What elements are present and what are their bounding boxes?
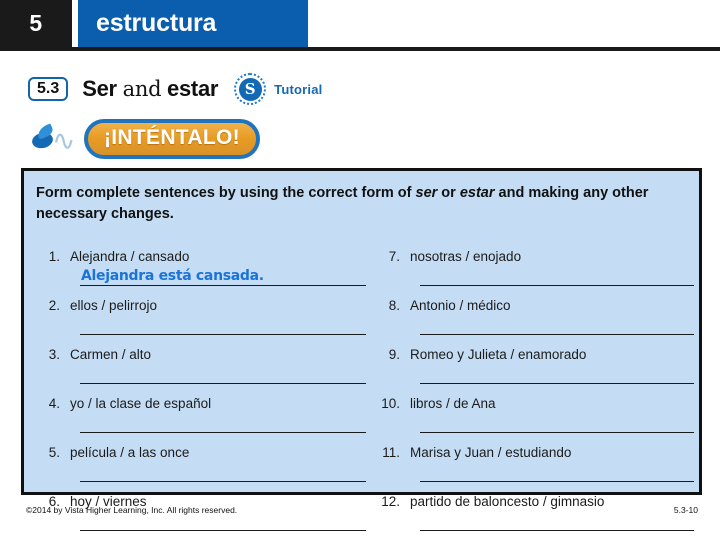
lesson-number: 5.3 xyxy=(37,79,60,97)
exercise-item: 7. nosotras / enojado xyxy=(376,247,694,286)
copyright-notice: ©2014 by Vista Higher Learning, Inc. All… xyxy=(26,505,238,515)
chapter-number: 5 xyxy=(29,10,43,36)
exercise-item-row: 4. yo / la clase de español xyxy=(36,394,366,413)
answer-blank[interactable] xyxy=(80,315,366,335)
exercise-item-number: 5. xyxy=(48,445,60,460)
exercise-item-row: 8. Antonio / médico xyxy=(376,296,694,315)
intentalo-label: ¡INTÉNTALO! xyxy=(84,118,260,160)
exercise-item-number: 4. xyxy=(48,396,60,411)
exercise-item-row: 5. película / a las once xyxy=(36,443,366,462)
chapter-number-box: 5 xyxy=(0,0,72,47)
exercise-item-cue: Carmen / alto xyxy=(70,347,152,362)
exercise-item-cue: ellos / pelirrojo xyxy=(70,298,158,313)
exercise-item: 10. libros / de Ana xyxy=(376,394,694,433)
exercise-item-cue: libros / de Ana xyxy=(410,396,496,411)
answer-blank[interactable] xyxy=(420,364,694,384)
intentalo-banner: ∿ ¡INTÉNTALO! xyxy=(30,115,260,163)
exercise-item-cue: nosotras / enojado xyxy=(410,249,522,264)
exercise-item-cue: Marisa y Juan / estudiando xyxy=(410,445,572,460)
exercise-item-cue: película / a las once xyxy=(70,445,190,460)
exercise-item-number: 7. xyxy=(388,249,400,264)
exercise-item-number: 8. xyxy=(388,298,400,313)
exercise-item: 2. ellos / pelirrojo xyxy=(36,296,366,335)
dotted-ring-icon xyxy=(234,73,267,105)
exercise-item-row: 2. ellos / pelirrojo xyxy=(36,296,366,315)
exercise-item-row: 9. Romeo y Julieta / enamorado xyxy=(376,345,694,364)
answer-blank[interactable] xyxy=(80,413,366,433)
exercise-column-left: 1. Alejandra / cansado Alejandra está cans… xyxy=(36,247,366,541)
tutorial-link[interactable]: S Tutorial xyxy=(234,73,322,105)
answer-blank[interactable]: Alejandra está cansada. xyxy=(80,266,366,286)
exercise-item-row: 3. Carmen / alto xyxy=(36,345,366,364)
tutorial-label: Tutorial xyxy=(274,81,323,97)
tutorial-s-icon[interactable]: S xyxy=(234,73,267,105)
exercise-item-number: 1. xyxy=(48,249,60,264)
page-header: 5 estructura xyxy=(0,0,720,47)
lesson-title-part1: Ser xyxy=(82,76,117,101)
mouse-cursor-icon: ∿ xyxy=(30,119,86,159)
exercise-item-number: 2. xyxy=(48,298,60,313)
exercise-item-cue: Alejandra / cansado xyxy=(70,249,190,264)
exercise-item-number: 3. xyxy=(48,347,60,362)
section-name-box: estructura xyxy=(78,0,308,47)
exercise-item: 1. Alejandra / cansado Alejandra está cans… xyxy=(36,247,366,286)
exercise-item-row: 11. Marisa y Juan / estudiando xyxy=(376,443,694,462)
exercise-item-row: 10. libros / de Ana xyxy=(376,394,694,413)
answer-blank[interactable] xyxy=(420,413,694,433)
exercise-item: 8. Antonio / médico xyxy=(376,296,694,335)
header-divider xyxy=(0,47,720,51)
swoosh-trail-icon: ∿ xyxy=(52,124,76,157)
exercise-item: 9. Romeo y Julieta / enamorado xyxy=(376,345,694,384)
exercise-item: 11. Marisa y Juan / estudiando xyxy=(376,443,694,482)
activity-panel: Form complete sentences by using the cor… xyxy=(21,168,702,531)
exercise-item-cue: Romeo y Julieta / enamorado xyxy=(410,347,587,362)
exercise-item-number: 10. xyxy=(381,396,400,411)
instructions-part2: or xyxy=(437,185,460,201)
answer-blank[interactable] xyxy=(80,364,366,384)
answer-blank[interactable] xyxy=(420,315,694,335)
lesson-number-badge: 5.3 xyxy=(28,76,69,102)
answer-blank[interactable] xyxy=(80,462,366,482)
answer-blank[interactable] xyxy=(420,462,694,482)
instructions-italic-ser: ser xyxy=(415,185,438,201)
lesson-title-part2: estar xyxy=(167,76,219,101)
exercise-item-cue: Antonio / médico xyxy=(410,298,511,313)
exercise-item-cue: yo / la clase de español xyxy=(70,396,212,411)
answer-blank[interactable] xyxy=(420,266,694,286)
page-title: Ser and estar xyxy=(82,76,218,102)
instructions-part1: Form complete sentences by using the cor… xyxy=(36,185,416,201)
exercise-item-row: 1. Alejandra / cansado xyxy=(36,247,366,266)
exercise-column-right: 7. nosotras / enojado 8. Antonio / médico 9.… xyxy=(376,247,694,541)
lesson-title-row: 5.3 Ser and estar S Tutorial xyxy=(28,72,322,106)
instructions-italic-estar: estar xyxy=(459,185,495,201)
answer-text: Alejandra está cansada. xyxy=(81,268,264,284)
activity-instructions: Form complete sentences by using the cor… xyxy=(36,183,676,225)
exercise-item: 5. película / a las once xyxy=(36,443,366,482)
page-reference: 5.3-10 xyxy=(673,505,698,515)
exercise-item-number: 9. xyxy=(388,347,400,362)
exercise-item: 3. Carmen / alto xyxy=(36,345,366,384)
lesson-title-joiner: and xyxy=(122,77,162,101)
section-name: estructura xyxy=(96,9,217,37)
exercise-item-row: 7. nosotras / enojado xyxy=(376,247,694,266)
exercise-item: 4. yo / la clase de español xyxy=(36,394,366,433)
exercise-item-number: 11. xyxy=(382,445,400,460)
page-footer: ©2014 by Vista Higher Learning, Inc. All… xyxy=(0,505,720,525)
